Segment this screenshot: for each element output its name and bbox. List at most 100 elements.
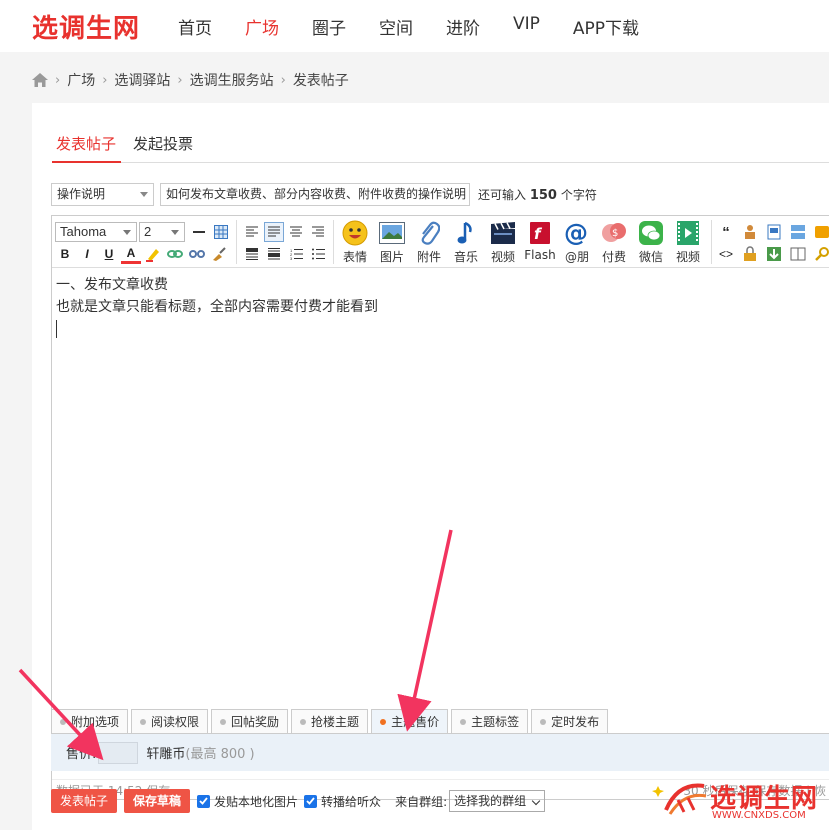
subject-input[interactable]: 如何发布文章收费、部分内容收费、附件收费的操作说明 (160, 183, 470, 206)
align-justify-icon[interactable] (264, 222, 284, 242)
font-size-select[interactable]: 2 (139, 222, 185, 242)
breadcrumb-item-square[interactable]: 广场 (67, 70, 95, 90)
align-left-icon[interactable] (242, 222, 262, 242)
tab-dot-icon (540, 718, 547, 725)
breadcrumb-item-station[interactable]: 选调驿站 (114, 70, 170, 90)
wechat-icon (638, 220, 664, 246)
music-button[interactable]: 音乐 (448, 220, 484, 266)
text-cursor (56, 320, 57, 338)
flash-button[interactable]: f Flash (522, 220, 558, 266)
bold-button[interactable]: B (55, 244, 75, 264)
chevron-down-icon (531, 796, 541, 806)
home-icon[interactable] (32, 73, 48, 87)
image-button[interactable]: 图片 (374, 220, 410, 266)
tab-post-thread[interactable]: 发表帖子 (52, 133, 122, 163)
nav-home[interactable]: 首页 (178, 14, 212, 39)
ordered-list-icon[interactable]: 123 (286, 244, 306, 264)
breadcrumb-item-service[interactable]: 选调生服务站 (190, 70, 274, 90)
float-left-icon[interactable] (242, 244, 262, 264)
unlink-icon[interactable] (187, 244, 207, 264)
caret-down-icon (140, 192, 148, 197)
tab-extra-options[interactable]: 附加选项 (51, 709, 129, 733)
broadcast-label: 转播给听众 (321, 794, 382, 809)
tab-dot-icon (140, 718, 147, 725)
save-draft-button[interactable]: 保存草稿 (124, 789, 191, 813)
link-icon[interactable] (165, 244, 185, 264)
font-size-value: 2 (144, 224, 152, 239)
price-input[interactable] (98, 741, 139, 764)
columns-icon[interactable] (788, 244, 808, 264)
video2-button[interactable]: 视频 (670, 220, 706, 266)
horizontal-rule-icon[interactable] (189, 222, 209, 242)
editor-toolbar: Tahoma 2 B I U A 1 2 3 表情 图片 附件 音乐 视频 f … (52, 216, 829, 268)
group-label: 来自群组: (395, 794, 448, 809)
tab-scheduled-publish[interactable]: 定时发布 (531, 709, 609, 733)
font-family-select[interactable]: Tahoma (55, 222, 137, 242)
submit-post-button[interactable]: 发表帖子 (51, 789, 118, 813)
paid-content-button[interactable]: $ 付费 (596, 220, 632, 266)
float-right-icon[interactable] (264, 244, 284, 264)
download-icon[interactable] (764, 244, 784, 264)
thread-type-select[interactable]: 操作说明 (51, 183, 154, 206)
group-select-value: 选择我的群组 (454, 794, 527, 808)
localize-images-checkbox[interactable]: 发贴本地化图片 (197, 793, 298, 810)
subject-row: 操作说明 如何发布文章收费、部分内容收费、附件收费的操作说明 还可输入 150 … (51, 183, 597, 206)
post-panel: 发表帖子 发起投票 操作说明 如何发布文章收费、部分内容收费、附件收费的操作说明… (32, 103, 829, 830)
nav-advance[interactable]: 进阶 (446, 14, 480, 39)
tab-label: 阅读权限 (151, 714, 200, 729)
tab-start-poll[interactable]: 发起投票 (129, 133, 198, 163)
more-tools-icon[interactable] (812, 222, 829, 242)
clear-format-icon[interactable] (209, 244, 229, 264)
attachment-button[interactable]: 附件 (411, 220, 447, 266)
mention-button[interactable]: @ @朋 (559, 220, 595, 266)
flash-label: Flash (524, 248, 556, 262)
caret-down-icon (123, 230, 131, 235)
toolbar-separator (711, 220, 712, 264)
watermark: 选调生网 WWW.CNXDS.COM (648, 776, 826, 826)
wechat-button[interactable]: 微信 (633, 220, 669, 266)
unordered-list-icon[interactable] (308, 244, 328, 264)
main-nav: 首页 广场 圈子 空间 进阶 VIP APP下载 (178, 14, 672, 39)
breadcrumb-separator: › (280, 72, 286, 88)
free-content-icon[interactable] (764, 222, 784, 242)
code-icon[interactable]: <> (716, 244, 736, 264)
lock-icon[interactable] (740, 244, 760, 264)
font-color-button[interactable]: A (121, 244, 141, 264)
tab-read-permission[interactable]: 阅读权限 (131, 709, 209, 733)
nav-square[interactable]: 广场 (245, 14, 279, 39)
quote-icon[interactable]: “ (716, 222, 736, 242)
thread-type-value: 操作说明 (57, 187, 106, 201)
tab-thread-price[interactable]: 主题售价 (371, 709, 449, 733)
underline-button[interactable]: U (99, 244, 119, 264)
align-center-icon[interactable] (286, 222, 306, 242)
extra-options-tabs: 附加选项 阅读权限 回帖奖励 抢楼主题 主题售价 主题标签 定时发布 (51, 709, 829, 733)
toolbar-separator (333, 220, 334, 264)
breadcrumb-item-current: 发表帖子 (292, 73, 349, 89)
emoji-button[interactable]: 表情 (337, 220, 373, 266)
smiley-icon (342, 220, 368, 246)
table-icon[interactable] (211, 222, 231, 242)
group-select[interactable]: 选择我的群组 (449, 790, 546, 812)
page-break-icon[interactable] (788, 222, 808, 242)
broadcast-checkbox[interactable]: 转播给听众 (304, 793, 381, 810)
tab-floor-grab[interactable]: 抢楼主题 (291, 709, 369, 733)
tab-label: 回帖奖励 (231, 714, 280, 729)
nav-app-download[interactable]: APP下载 (573, 14, 639, 39)
video-button[interactable]: 视频 (485, 220, 521, 266)
align-right-icon[interactable] (308, 222, 328, 242)
char-count-suffix: 个字符 (560, 188, 597, 202)
nav-vip[interactable]: VIP (513, 14, 540, 39)
tab-thread-tags[interactable]: 主题标签 (451, 709, 529, 733)
users-hide-icon[interactable] (740, 222, 760, 242)
editor-content[interactable]: 一、发布文章收费 也就是文章只能看标题，全部内容需要付费才能看到 (56, 274, 378, 338)
search-icon[interactable] (812, 244, 829, 264)
italic-button[interactable]: I (77, 244, 97, 264)
nav-space[interactable]: 空间 (379, 14, 413, 39)
content-line-1: 一、发布文章收费 (56, 277, 168, 293)
highlight-icon[interactable] (143, 244, 163, 264)
tab-reply-reward[interactable]: 回帖奖励 (211, 709, 289, 733)
tab-dot-icon (300, 718, 307, 725)
site-logo[interactable]: 选调生网 (32, 8, 140, 45)
nav-circle[interactable]: 圈子 (312, 14, 346, 39)
at-sign-icon: @ (564, 220, 590, 246)
